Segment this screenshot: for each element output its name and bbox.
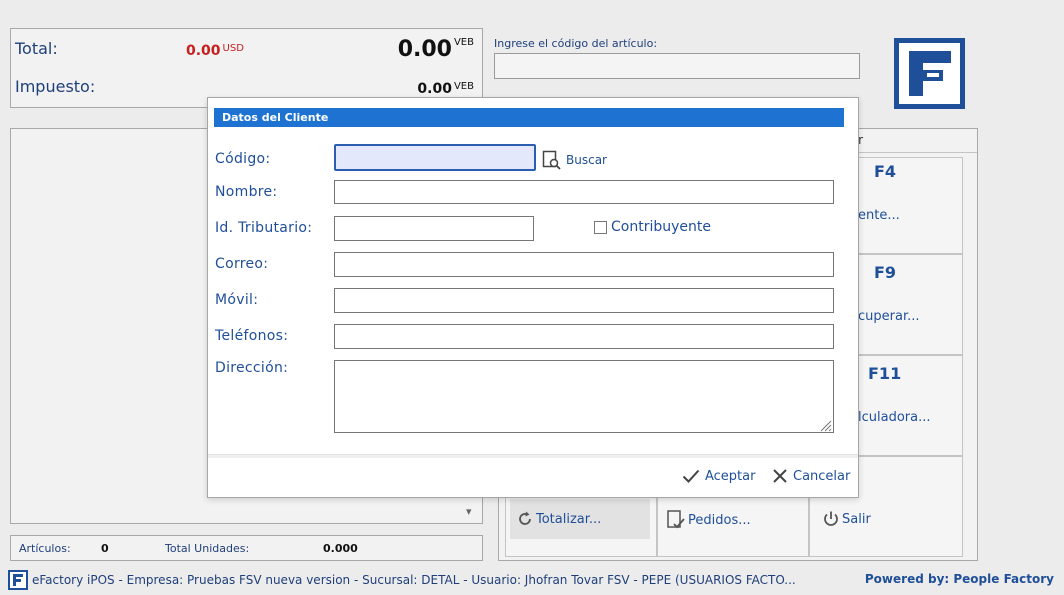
taxid-input[interactable] bbox=[334, 216, 534, 241]
orders-icon bbox=[667, 510, 685, 529]
taxpayer-checkbox-box[interactable] bbox=[594, 220, 607, 234]
dialog-divider bbox=[208, 454, 858, 458]
power-icon bbox=[824, 511, 838, 526]
articles-value: 0 bbox=[101, 542, 109, 555]
client-data-dialog: Datos del Cliente Código: Buscar Nombre:… bbox=[207, 97, 859, 498]
orders-button[interactable]: Pedidos... bbox=[666, 509, 751, 531]
summary-row: Artículos: 0 Total Unidades: 0.000 bbox=[10, 535, 483, 561]
total-ves-value: 0.00 VEB bbox=[397, 37, 474, 62]
powered-by: Powered by: People Factory bbox=[864, 572, 1054, 586]
code-label: Código: bbox=[215, 151, 271, 167]
taxid-label: Id. Tributario: bbox=[215, 220, 313, 236]
email-input[interactable] bbox=[334, 252, 834, 277]
total-usd-value: 0.00 USD bbox=[186, 43, 244, 59]
totals-panel: Total: 0.00 USD 0.00 VEB Impuesto: 0.00 VEB bbox=[10, 28, 483, 108]
cancel-label: Cancelar bbox=[793, 468, 851, 484]
mobile-label: Móvil: bbox=[215, 292, 259, 308]
fkey-f9-label: F9 bbox=[874, 263, 897, 282]
phones-input[interactable] bbox=[334, 324, 834, 349]
tax-value: 0.00 VEB bbox=[417, 81, 474, 97]
name-label: Nombre: bbox=[215, 184, 278, 200]
client-name-input[interactable] bbox=[334, 180, 834, 204]
exit-button[interactable]: Salir bbox=[822, 510, 871, 528]
phones-label: Teléfonos: bbox=[215, 328, 289, 344]
units-value: 0.000 bbox=[323, 542, 358, 555]
units-label: Total Unidades: bbox=[165, 542, 250, 555]
fkey-f11-label: F11 bbox=[868, 364, 902, 383]
check-icon bbox=[682, 469, 700, 483]
client-code-input[interactable] bbox=[334, 144, 536, 171]
taxpayer-label: Contribuyente bbox=[611, 219, 711, 235]
address-textarea[interactable] bbox=[334, 360, 834, 433]
search-label: Buscar bbox=[566, 153, 607, 167]
mobile-input[interactable] bbox=[334, 288, 834, 313]
cancel-button[interactable]: Cancelar bbox=[772, 468, 850, 484]
footer-status-text: eFactory iPOS - Empresa: Pruebas FSV nue… bbox=[32, 573, 796, 587]
ves-currency: VEB bbox=[453, 37, 474, 48]
article-code-input[interactable] bbox=[494, 53, 860, 79]
total-label: Total: bbox=[15, 39, 58, 58]
usd-currency: USD bbox=[222, 43, 244, 54]
address-label: Dirección: bbox=[215, 360, 289, 376]
fkey-f4-label: F4 bbox=[874, 162, 897, 181]
fkey-f11-action: lculadora... bbox=[858, 410, 931, 425]
totalize-label: Totalizar... bbox=[536, 511, 602, 527]
article-code-label: Ingrese el código del artículo: bbox=[494, 37, 658, 50]
chevron-down-icon[interactable]: ▾ bbox=[466, 505, 472, 518]
totalize-button[interactable]: Totalizar... bbox=[516, 510, 601, 528]
taxpayer-checkbox[interactable]: Contribuyente bbox=[594, 219, 711, 235]
orders-label: Pedidos... bbox=[688, 512, 751, 528]
email-label: Correo: bbox=[215, 256, 269, 272]
search-button[interactable]: Buscar bbox=[542, 150, 607, 170]
fkey-f9-action: cuperar... bbox=[858, 309, 920, 324]
efactory-logo-icon bbox=[909, 51, 951, 96]
search-document-icon bbox=[542, 150, 561, 170]
footer-status: eFactory iPOS - Empresa: Pruebas FSV nue… bbox=[8, 570, 796, 590]
close-icon bbox=[773, 469, 787, 483]
accept-button[interactable]: Aceptar bbox=[682, 468, 755, 484]
dialog-title: Datos del Cliente bbox=[214, 108, 844, 127]
tax-currency: VEB bbox=[453, 81, 474, 92]
fkey-f4-action: ente... bbox=[858, 208, 900, 223]
exit-label: Salir bbox=[842, 511, 871, 527]
refresh-icon bbox=[519, 511, 531, 525]
efactory-mini-logo-icon bbox=[8, 570, 28, 590]
efactory-logo bbox=[894, 38, 965, 109]
articles-label: Artículos: bbox=[19, 542, 71, 555]
tax-label: Impuesto: bbox=[15, 77, 96, 96]
accept-label: Aceptar bbox=[705, 468, 756, 484]
resize-handle-icon[interactable] bbox=[818, 418, 832, 432]
